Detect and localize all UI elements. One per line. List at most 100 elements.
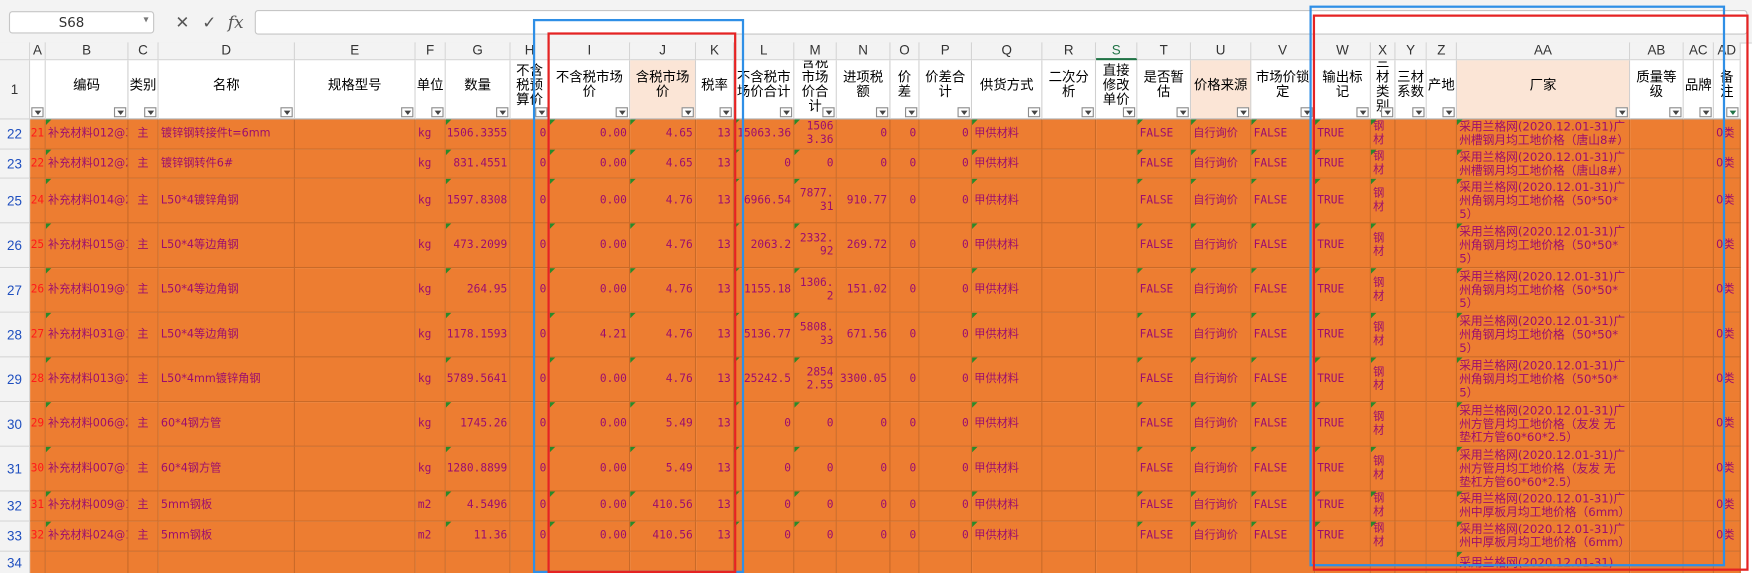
cell-k[interactable]: 13 [696, 119, 735, 150]
cell-k[interactable]: 13 [696, 402, 735, 447]
cell-e[interactable] [294, 357, 416, 403]
cell-s[interactable] [1096, 119, 1138, 150]
cell-f[interactable]: m2 [415, 521, 446, 552]
cell-r[interactable] [1042, 357, 1097, 403]
cell-ab[interactable] [1630, 312, 1684, 358]
cell-t[interactable]: FALSE [1137, 402, 1192, 447]
cell-x[interactable]: 钢材 [1370, 357, 1396, 403]
cell-x[interactable]: 钢材 [1370, 223, 1396, 269]
cell-v[interactable]: FALSE [1251, 446, 1316, 492]
cell-y[interactable] [1395, 223, 1427, 269]
cell-o[interactable]: 0 [890, 149, 920, 179]
cell-p[interactable]: 0 [919, 223, 973, 269]
column-header-n[interactable]: N [836, 42, 891, 61]
header-cell-m[interactable]: 含税市场价合计 [794, 60, 837, 120]
cell-f[interactable] [415, 551, 446, 573]
cell-q[interactable]: 甲供材料 [972, 446, 1043, 492]
cell-e[interactable] [294, 119, 416, 150]
cell-w[interactable]: TRUE [1315, 402, 1371, 447]
cell-h[interactable]: 0 [510, 268, 550, 313]
cell-j[interactable]: 410.56 [630, 491, 697, 522]
cell-a[interactable]: 28 [30, 357, 46, 403]
cell-b[interactable]: 补充材料012@2 [45, 149, 129, 179]
cell-q[interactable] [972, 551, 1043, 573]
cell-m[interactable] [794, 551, 837, 573]
column-header-b[interactable]: B [45, 42, 129, 61]
cell-y[interactable] [1395, 119, 1427, 150]
filter-dropdown-icon[interactable] [719, 107, 732, 118]
cell-y[interactable] [1395, 446, 1427, 492]
fx-icon[interactable]: fx [228, 11, 244, 33]
row-number[interactable]: 31 [0, 446, 31, 492]
column-header-s[interactable]: S [1096, 42, 1138, 61]
cell-a[interactable]: 31 [30, 491, 46, 522]
column-header-h[interactable]: H [510, 42, 550, 61]
cell-ad[interactable]: 0类 [1713, 119, 1741, 150]
cell-t[interactable]: FALSE [1137, 491, 1192, 522]
filter-dropdown-icon[interactable] [1236, 107, 1250, 118]
cell-m[interactable]: 0 [794, 521, 837, 552]
cell-j[interactable] [630, 551, 697, 573]
cell-e[interactable] [294, 551, 416, 573]
header-cell-l[interactable]: 不含税市场价合计 [734, 60, 795, 120]
cell-z[interactable] [1426, 402, 1457, 447]
cell-m[interactable]: 7877.31 [794, 178, 837, 224]
cell-d[interactable]: 60*4钢方管 [158, 402, 295, 447]
cell-r[interactable] [1042, 446, 1097, 492]
cell-aa[interactable]: 采用兰格网(2020.12.01-31)广州中厚板月均工地价格（6mm） [1456, 521, 1631, 552]
cell-v[interactable]: FALSE [1251, 268, 1316, 313]
cell-u[interactable]: 自行询价 [1191, 446, 1252, 492]
cell-d[interactable]: L50*4等边角钢 [158, 223, 295, 269]
cell-a[interactable]: 29 [30, 402, 46, 447]
cell-b[interactable]: 补充材料031@1 [45, 312, 129, 358]
cell-ad[interactable]: 0类 [1713, 268, 1741, 313]
cell-ad[interactable]: 0类 [1713, 402, 1741, 447]
cell-a[interactable]: 26 [30, 268, 46, 313]
column-header-v[interactable]: V [1251, 42, 1316, 61]
cell-a[interactable]: 25 [30, 223, 46, 269]
cell-n[interactable]: 910.77 [836, 178, 891, 224]
cell-c[interactable]: 主 [128, 402, 159, 447]
cell-o[interactable]: 0 [890, 178, 920, 224]
cell-n[interactable]: 0 [836, 491, 891, 522]
column-header-y[interactable]: Y [1395, 42, 1427, 61]
header-cell-r[interactable]: 二次分析 [1042, 60, 1097, 120]
cell-u[interactable]: 自行询价 [1191, 223, 1252, 269]
cell-h[interactable]: 0 [510, 149, 550, 179]
cell-s[interactable] [1096, 149, 1138, 179]
cell-l[interactable]: 15063.36 [734, 119, 795, 150]
cell-s[interactable] [1096, 446, 1138, 492]
cell-ad[interactable] [1713, 551, 1741, 573]
cell-c[interactable]: 主 [128, 178, 159, 224]
cell-aa[interactable]: 采用兰格网(2020.12.01-31)广州角钢月均工地价格（50*50*5） [1456, 178, 1631, 224]
cell-v[interactable]: FALSE [1251, 223, 1316, 269]
cell-b[interactable]: 补充材料015@1 [45, 223, 129, 269]
cell-s[interactable] [1096, 491, 1138, 522]
cell-u[interactable]: 自行询价 [1191, 491, 1252, 522]
cell-ac[interactable] [1683, 312, 1714, 358]
cell-k[interactable]: 13 [696, 521, 735, 552]
header-cell-aa[interactable]: 厂家 [1456, 60, 1631, 120]
cell-ac[interactable] [1683, 491, 1714, 522]
cell-n[interactable]: 0 [836, 119, 891, 150]
cell-d[interactable]: L50*4等边角钢 [158, 268, 295, 313]
chevron-down-icon[interactable]: ▾ [144, 15, 149, 26]
header-cell-v[interactable]: 市场价锁定 [1251, 60, 1316, 120]
column-header-l[interactable]: L [734, 42, 795, 61]
cell-g[interactable]: 11.36 [445, 521, 511, 552]
cell-j[interactable]: 4.65 [630, 149, 697, 179]
cell-g[interactable] [445, 551, 511, 573]
cell-f[interactable]: kg [415, 402, 446, 447]
cell-h[interactable]: 0 [510, 178, 550, 224]
column-header-ac[interactable]: AC [1683, 42, 1714, 61]
cell-x[interactable]: 钢材 [1370, 312, 1396, 358]
cell-l[interactable]: 6966.54 [734, 178, 795, 224]
cell-e[interactable] [294, 149, 416, 179]
cell-s[interactable] [1096, 223, 1138, 269]
cell-e[interactable] [294, 491, 416, 522]
filter-dropdown-icon[interactable] [1726, 107, 1739, 118]
cell-p[interactable]: 0 [919, 178, 973, 224]
cell-t[interactable] [1137, 551, 1192, 573]
cell-z[interactable] [1426, 268, 1457, 313]
cell-ac[interactable] [1683, 178, 1714, 224]
